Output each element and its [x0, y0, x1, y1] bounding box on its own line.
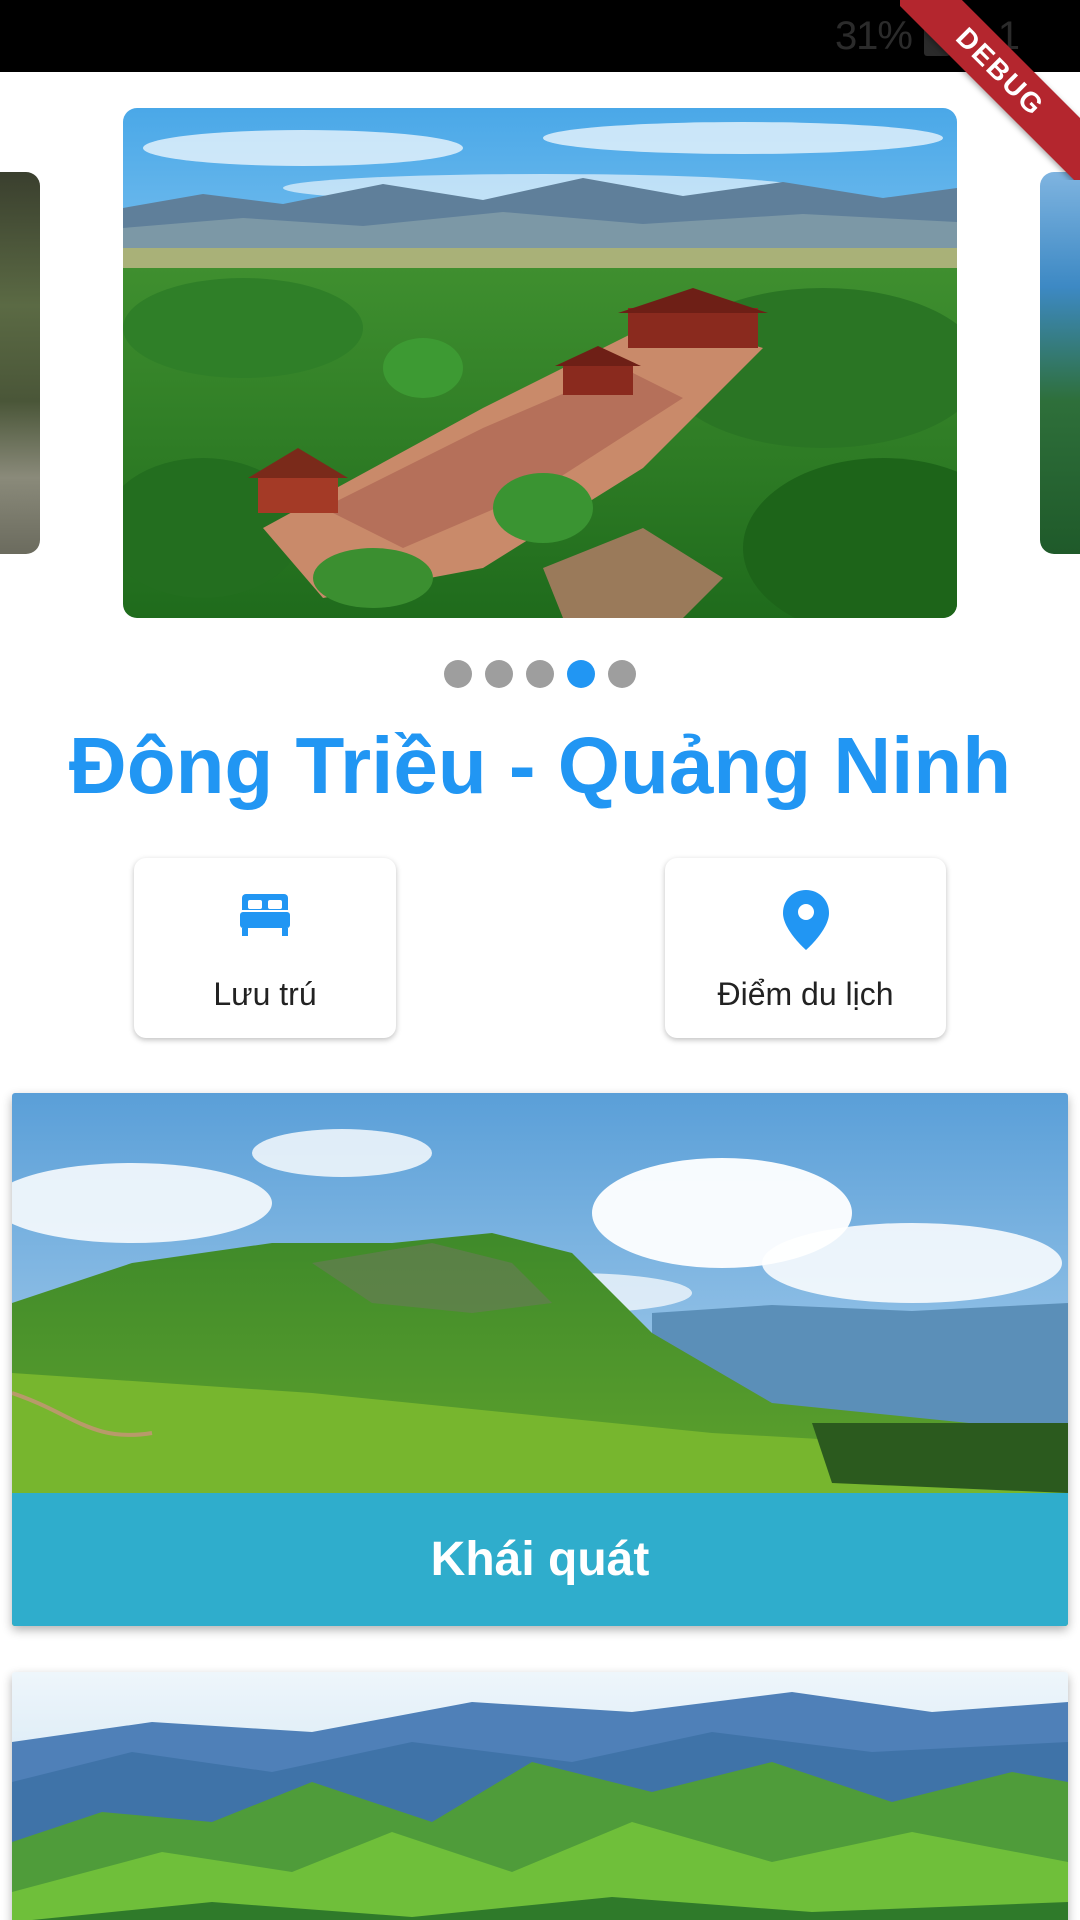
- location-pin-icon: [665, 890, 946, 954]
- mountain-range-card[interactable]: [12, 1672, 1068, 1920]
- overview-label: Khái quát: [430, 1532, 650, 1586]
- carousel-slide-previous[interactable]: [0, 172, 40, 554]
- mountain-range-image: [12, 1672, 1068, 1920]
- carousel-dot[interactable]: [444, 660, 472, 688]
- carousel-dots: [0, 660, 1080, 690]
- tourist-spot-button[interactable]: Điểm du lịch: [665, 858, 946, 1038]
- carousel-dot[interactable]: [485, 660, 513, 688]
- image-carousel[interactable]: [0, 72, 1080, 632]
- overview-card[interactable]: Khái quát: [12, 1093, 1068, 1626]
- accommodation-label: Lưu trú: [213, 976, 317, 1012]
- overview-caption-bar: Khái quát: [12, 1493, 1068, 1626]
- status-clock: 1: [997, 14, 1020, 58]
- carousel-dot[interactable]: [608, 660, 636, 688]
- battery-percent: 31%: [834, 14, 913, 58]
- page-title: Đông Triều - Quảng Ninh: [68, 721, 1012, 810]
- carousel-dot-active[interactable]: [567, 660, 595, 688]
- carousel-slide-current[interactable]: [123, 108, 957, 618]
- carousel-dot[interactable]: [526, 660, 554, 688]
- battery-icon: [922, 18, 952, 61]
- status-bar: 31% 1: [0, 0, 1080, 72]
- accommodation-button[interactable]: Lưu trú: [134, 858, 396, 1038]
- bed-icon: [134, 890, 396, 954]
- app-screen: 31% 1 DEBUG Đông Triều - Quảng Ninh Lưu …: [0, 0, 1080, 1920]
- pagoda-landscape-image: [123, 108, 957, 618]
- carousel-slide-next[interactable]: [1040, 172, 1080, 554]
- tourist-spot-label: Điểm du lịch: [717, 976, 894, 1012]
